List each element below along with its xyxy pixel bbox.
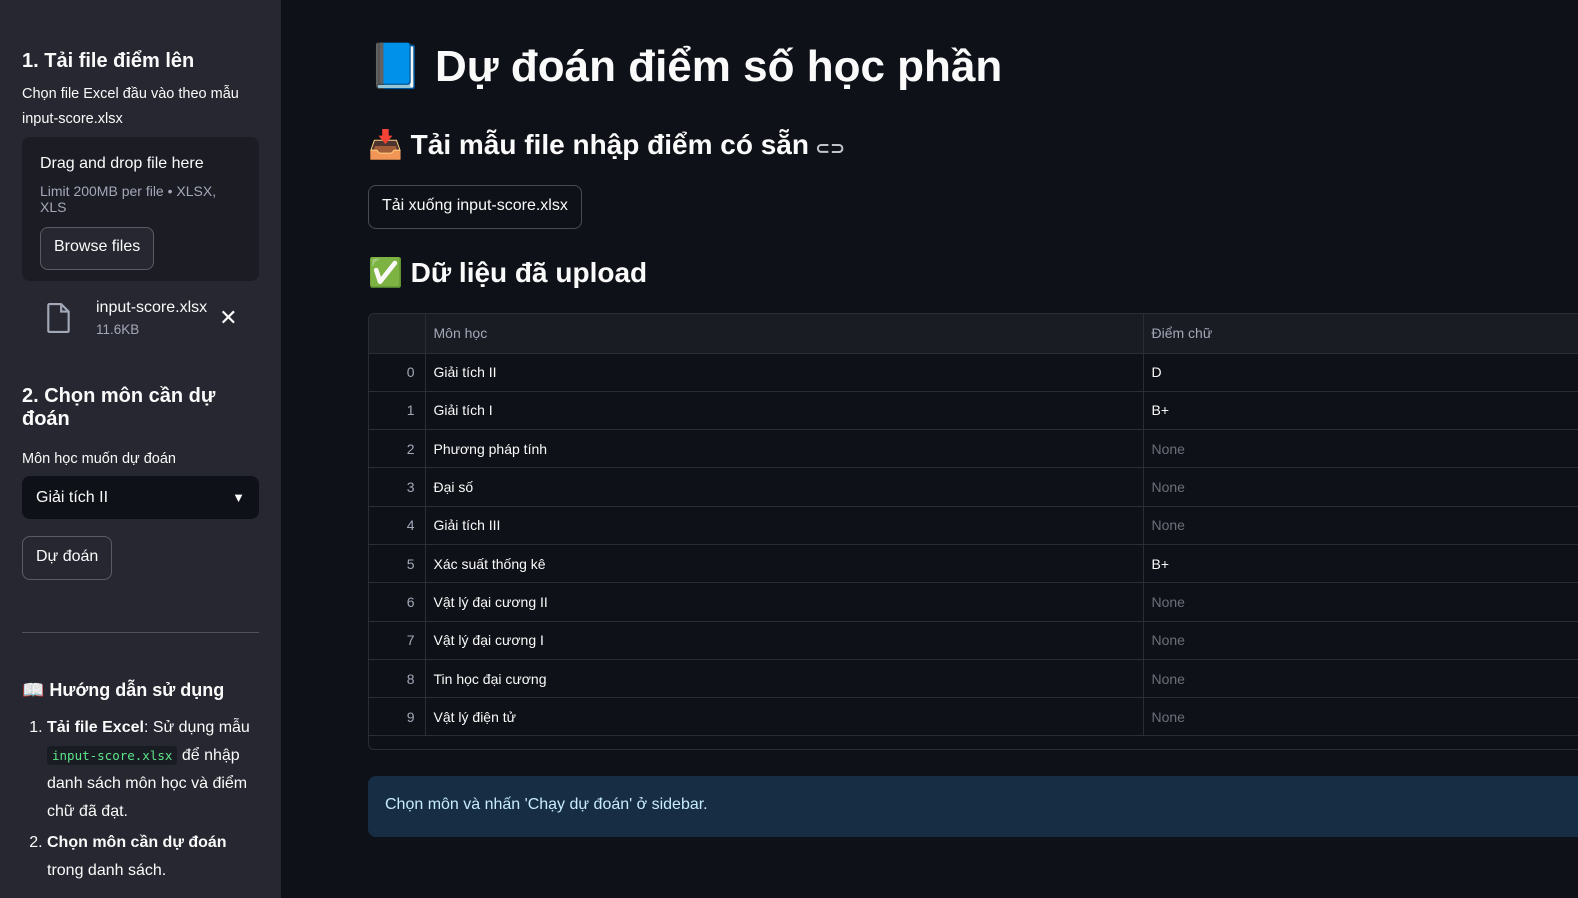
guide-list: Tải file Excel: Sử dụng mẫu input-score.… (22, 714, 259, 885)
data-table[interactable]: Môn học Điểm chữ 0 Giải tích II D 1 Giải tíc… (368, 313, 1578, 750)
drag-drop-text: Drag and drop file here (40, 155, 204, 172)
guide-item: Tải file Excel: Sử dụng mẫu input-score.… (47, 714, 259, 826)
subject-cell[interactable]: Tin học đại cương (425, 659, 1144, 699)
grade-cell[interactable]: B+ (1143, 544, 1578, 584)
row-index[interactable]: 7 (369, 621, 426, 660)
predict-button[interactable]: Dự đoán (22, 536, 113, 580)
close-icon[interactable]: ✕ (219, 307, 237, 329)
select-value: Giải tích II (36, 488, 109, 506)
grade-cell[interactable]: None (1143, 429, 1578, 469)
select-label: Môn học muốn dự đoán (22, 451, 176, 467)
guide-item-text: trong danh sách. (47, 862, 167, 879)
file-icon (47, 303, 70, 333)
grade-cell[interactable]: B+ (1143, 391, 1578, 431)
table-row[interactable]: 3 Đại số None (369, 467, 1578, 507)
grade-cell[interactable]: None (1143, 697, 1578, 737)
subject-cell[interactable]: Đại số (425, 467, 1144, 507)
file-limit-text: Limit 200MB per file • XLSX, XLS (40, 183, 217, 215)
table-row[interactable]: 8 Tin học đại cương None (369, 659, 1578, 699)
column-header-index[interactable] (369, 314, 426, 354)
row-index[interactable]: 8 (369, 659, 426, 699)
page-title: 📘 Dự đoán điểm số học phần (368, 42, 1003, 91)
row-index[interactable]: 6 (369, 582, 426, 622)
subject-cell[interactable]: Vật lý đại cương II (425, 582, 1144, 622)
grade-cell[interactable]: None (1143, 659, 1578, 699)
file-size: 11.6KB (96, 322, 140, 337)
guide-item-text: : Sử dụng mẫu (143, 719, 250, 736)
column-header-grade[interactable]: Điểm chữ (1143, 314, 1578, 354)
chevron-down-icon: ▼ (232, 490, 245, 505)
browse-files-button[interactable]: Browse files (40, 227, 155, 270)
sidebar: 1. Tải file điểm lên Chọn file Excel đầu… (0, 0, 281, 898)
upload-heading: 1. Tải file điểm lên (22, 50, 195, 72)
table-row[interactable]: 1 Giải tích I B+ (369, 391, 1578, 431)
row-index[interactable]: 1 (369, 391, 426, 431)
row-index[interactable]: 0 (369, 353, 426, 392)
row-index[interactable]: 3 (369, 467, 426, 507)
column-header-subject[interactable]: Môn học (425, 314, 1144, 354)
table-row[interactable]: 9 Vật lý điện tử None (369, 697, 1578, 737)
template-heading-text: 📥 Tải mẫu file nhập điểm có sẵn (368, 129, 809, 160)
subject-cell[interactable]: Giải tích II (425, 353, 1144, 392)
table-row[interactable]: 7 Vật lý đại cương I None (369, 621, 1578, 660)
file-name: input-score.xlsx (96, 299, 208, 316)
file-dropzone[interactable]: Drag and drop file here Limit 200MB per … (22, 137, 259, 281)
subject-select[interactable]: Giải tích II ▼ (22, 476, 259, 519)
table-row[interactable]: 4 Giải tích III None (369, 506, 1578, 545)
choose-heading: 2. Chọn môn cần dự đoán (22, 385, 216, 430)
guide-item-bold: Chọn môn cần dự đoán (47, 834, 227, 851)
subject-cell[interactable]: Giải tích I (425, 391, 1144, 431)
data-heading: ✅ Dữ liệu đã upload (368, 257, 648, 288)
subject-cell[interactable]: Vật lý điện tử (425, 697, 1144, 737)
guide-item-bold: Tải file Excel (47, 719, 144, 736)
uploaded-file: input-score.xlsx 11.6KB ✕ (22, 295, 259, 341)
guide-heading: 📖 Hướng dẫn sử dụng (22, 680, 225, 700)
subject-cell[interactable]: Phương pháp tính (425, 429, 1144, 469)
code-filename: input-score.xlsx (47, 746, 178, 765)
main-content: 📘 Dự đoán điểm số học phần 📥 Tải mẫu fil… (368, 0, 1578, 898)
template-heading: 📥 Tải mẫu file nhập điểm có sẵn ⊂⊃ (368, 128, 845, 161)
grade-cell[interactable]: None (1143, 582, 1578, 622)
upload-label: Chọn file Excel đầu vào theo mẫu input-s… (22, 86, 239, 127)
download-button[interactable]: Tải xuống input-score.xlsx (368, 185, 582, 229)
row-index[interactable]: 2 (369, 429, 426, 469)
grade-cell[interactable]: None (1143, 506, 1578, 545)
row-index[interactable]: 9 (369, 697, 426, 737)
subject-cell[interactable]: Giải tích III (425, 506, 1144, 545)
table-header: Môn học Điểm chữ (369, 314, 1578, 354)
subject-cell[interactable]: Xác suất thống kê (425, 544, 1144, 584)
link-icon[interactable]: ⊂⊃ (815, 138, 845, 158)
table-row[interactable]: 2 Phương pháp tính None (369, 429, 1578, 469)
guide-item: Chọn môn cần dự đoán trong danh sách. (47, 829, 259, 885)
row-index[interactable]: 5 (369, 544, 426, 584)
grade-cell[interactable]: None (1143, 621, 1578, 660)
info-alert: Chọn môn và nhấn 'Chạy dự đoán' ở sideba… (368, 776, 1578, 837)
row-index[interactable]: 4 (369, 506, 426, 545)
grade-cell[interactable]: None (1143, 467, 1578, 507)
table-row[interactable]: 6 Vật lý đại cương II None (369, 582, 1578, 622)
table-row[interactable]: 0 Giải tích II D (369, 353, 1578, 392)
subject-cell[interactable]: Vật lý đại cương I (425, 621, 1144, 660)
table-row[interactable]: 5 Xác suất thống kê B+ (369, 544, 1578, 584)
grade-cell[interactable]: D (1143, 353, 1578, 392)
divider (22, 632, 259, 633)
